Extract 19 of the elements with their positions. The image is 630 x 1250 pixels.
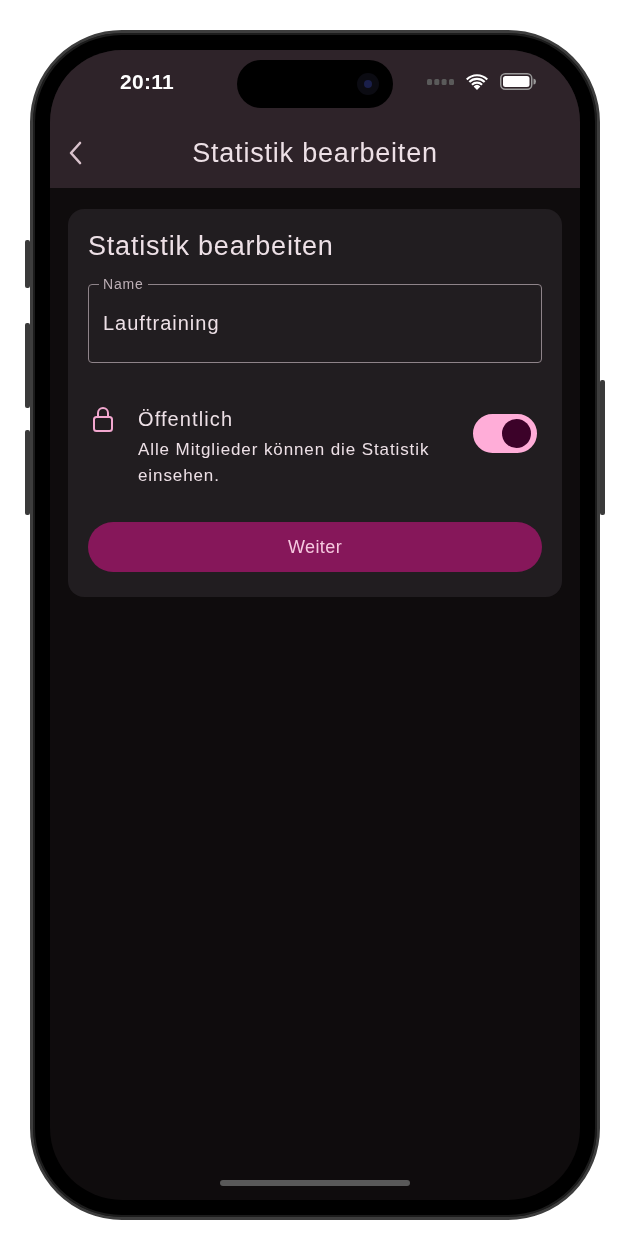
battery-icon — [500, 73, 536, 90]
side-button[interactable] — [600, 380, 605, 515]
side-button[interactable] — [25, 430, 30, 515]
lock-icon — [93, 406, 113, 432]
name-field[interactable]: Name Lauftraining — [88, 276, 542, 363]
wifi-icon — [466, 73, 488, 90]
camera-icon — [357, 73, 379, 95]
signal-icon — [427, 78, 454, 85]
card-title: Statistik bearbeiten — [88, 231, 335, 261]
public-toggle[interactable] — [473, 414, 537, 453]
setting-description: Alle Mitglieder können die Statistik einsehen. — [138, 439, 431, 487]
status-time: 20:11 — [120, 70, 175, 94]
field-label: Name — [102, 276, 145, 292]
side-button[interactable] — [25, 240, 30, 288]
continue-button[interactable]: Weiter — [88, 522, 542, 572]
setting-title: Öffentlich — [138, 407, 235, 431]
side-button[interactable] — [25, 323, 30, 408]
back-icon[interactable] — [68, 140, 82, 165]
screen-title: Statistik bearbeiten — [192, 136, 438, 169]
